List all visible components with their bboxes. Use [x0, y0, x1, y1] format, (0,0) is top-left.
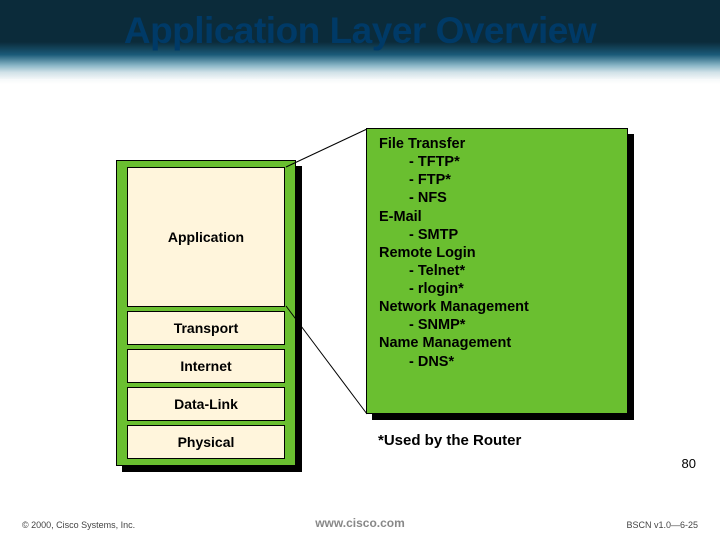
footnote: *Used by the Router	[378, 432, 521, 449]
callout-item: - rlogin*	[379, 280, 617, 298]
callout-item: - TFTP*	[379, 153, 617, 171]
footer-url: www.cisco.com	[0, 516, 720, 530]
callout-item: - SMTP	[379, 226, 617, 244]
callout-item: - FTP*	[379, 171, 617, 189]
layer-physical: Physical	[127, 425, 285, 459]
callout-category: Remote Login	[379, 244, 617, 262]
application-callout-face: File Transfer- TFTP*- FTP*- NFSE-Mail- S…	[366, 128, 628, 414]
callout-item: - SNMP*	[379, 316, 617, 334]
page-number: 80	[682, 456, 696, 471]
layer-datalink: Data-Link	[127, 387, 285, 421]
layer-stack: Application Transport Internet Data-Link…	[116, 160, 296, 466]
callout-category: Network Management	[379, 298, 617, 316]
callout-category: File Transfer	[379, 135, 617, 153]
callout-item: - DNS*	[379, 353, 617, 371]
callout-category: E-Mail	[379, 208, 617, 226]
layer-application: Application	[127, 167, 285, 307]
layer-transport: Transport	[127, 311, 285, 345]
footer-course-id: BSCN v1.0—6-25	[626, 520, 698, 530]
callout-item: - Telnet*	[379, 262, 617, 280]
layer-stack-face: Application Transport Internet Data-Link…	[116, 160, 296, 466]
application-callout: File Transfer- TFTP*- FTP*- NFSE-Mail- S…	[366, 128, 628, 414]
callout-category: Name Management	[379, 334, 617, 352]
callout-item: - NFS	[379, 189, 617, 207]
layer-internet: Internet	[127, 349, 285, 383]
page-title: Application Layer Overview	[0, 10, 720, 52]
